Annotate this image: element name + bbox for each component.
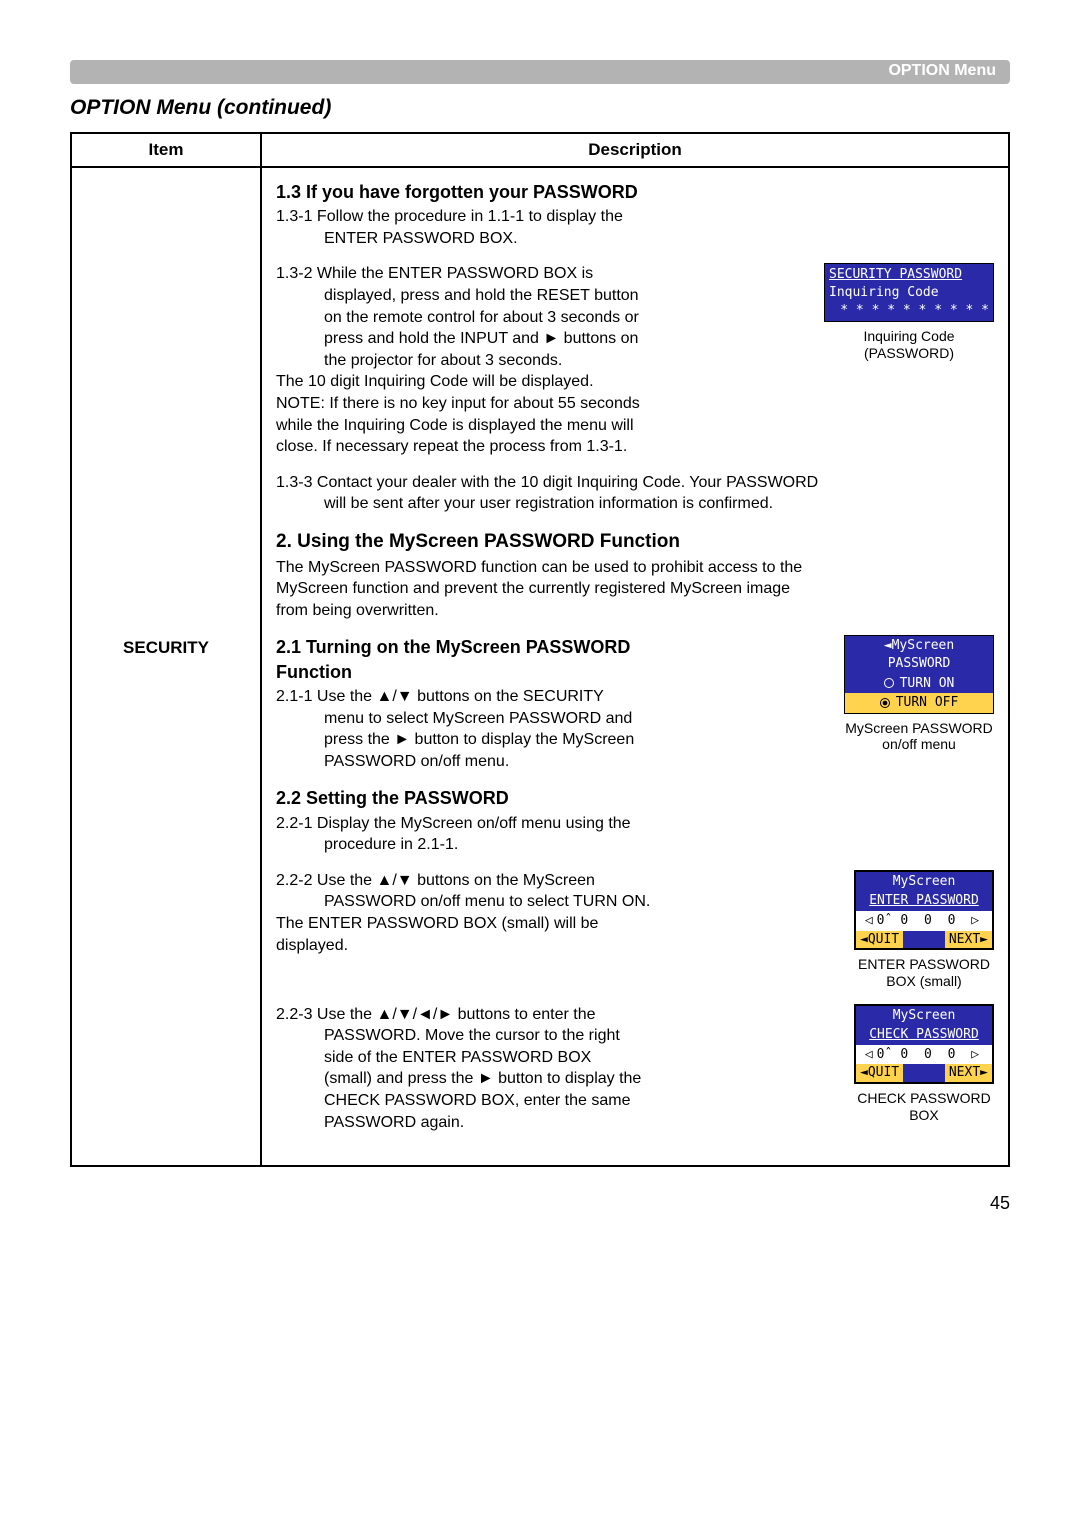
section-2-1-text: 2.1 Turning on the MyScreen PASSWORD Fun… <box>276 635 826 772</box>
para-1-3-1: 1.3-1 Follow the procedure in 1.1-1 to d… <box>276 206 994 249</box>
text: CHECK PASSWORD BOX, enter the same <box>276 1090 836 1112</box>
osd-title: SECURITY PASSWORD <box>829 266 989 284</box>
para-1-3-3: 1.3-3 Contact your dealer with the 10 di… <box>276 472 994 515</box>
text: on the remote control for about 3 second… <box>276 307 806 329</box>
text: displayed. <box>276 937 348 954</box>
osd-quit: ◄QUIT <box>856 1064 903 1082</box>
osd-enter-password: MyScreen ENTER PASSWORD ◁0̂ 0 0 0 ▷ ◄QUI… <box>854 870 994 950</box>
text: press and hold the INPUT and ► buttons o… <box>276 328 806 350</box>
heading-2-2: 2.2 Setting the PASSWORD <box>276 786 994 810</box>
osd-nav-bar: ◄QUIT NEXT► <box>856 1064 992 1082</box>
figure-enter-password-box: MyScreen ENTER PASSWORD ◁0̂ 0 0 0 ▷ ◄QUI… <box>854 870 994 990</box>
osd-quit: ◄QUIT <box>856 931 903 949</box>
osd-code: * * * * * * * * * * <box>829 302 989 320</box>
osd-check-password: MyScreen CHECK PASSWORD ◁0̂ 0 0 0 ▷ ◄QUI… <box>854 1004 994 1084</box>
row-description: 1.3 If you have forgotten your PASSWORD … <box>261 167 1009 1166</box>
text: PASSWORD on/off menu to select TURN ON. <box>276 891 836 913</box>
text: 1.3-3 Contact your dealer with the 10 di… <box>276 474 818 491</box>
osd-myscreen-menu: ◄MyScreen PASSWORD TURN ON TURN OFF <box>844 635 994 713</box>
text: 2.1-1 Use the ▲/▼ buttons on the SECURIT… <box>276 688 604 705</box>
osd-option-turn-on: TURN ON <box>845 674 993 694</box>
osd-nav-bar: ◄QUIT NEXT► <box>856 931 992 949</box>
text: (small) and press the ► button to displa… <box>276 1068 836 1090</box>
section-2-1-row: 2.1 Turning on the MyScreen PASSWORD Fun… <box>276 635 994 772</box>
text: 1.3-2 While the ENTER PASSWORD BOX is <box>276 265 593 282</box>
osd-sub: Inquiring Code <box>829 284 989 302</box>
text: side of the ENTER PASSWORD BOX <box>276 1047 836 1069</box>
para-2-2-3-row: 2.2-3 Use the ▲/▼/◄/► buttons to enter t… <box>276 1004 994 1134</box>
text: The MyScreen PASSWORD function can be us… <box>276 559 802 576</box>
figure-myscreen-onoff: ◄MyScreen PASSWORD TURN ON TURN OFF MySc… <box>844 635 994 753</box>
osd-option-turn-off: TURN OFF <box>845 693 993 713</box>
text: ENTER PASSWORD BOX. <box>276 228 994 250</box>
osd-next: NEXT► <box>945 1064 992 1082</box>
figure-check-password-box: MyScreen CHECK PASSWORD ◁0̂ 0 0 0 ▷ ◄QUI… <box>854 1004 994 1124</box>
text: PASSWORD. Move the cursor to the right <box>276 1025 836 1047</box>
text: press the ► button to display the MyScre… <box>276 729 826 751</box>
text: PASSWORD again. <box>276 1112 836 1134</box>
text: NOTE: If there is no key input for about… <box>276 395 640 412</box>
para-2-2-2: 2.2-2 Use the ▲/▼ buttons on the MyScree… <box>276 870 836 956</box>
para-2-2-1: 2.2-1 Display the MyScreen on/off menu u… <box>276 813 994 856</box>
text: procedure in 2.1-1. <box>276 834 994 856</box>
osd-line: ENTER PASSWORD <box>856 891 992 911</box>
text: menu to select MyScreen PASSWORD and <box>276 708 826 730</box>
figure-caption: ENTER PASSWORD BOX (small) <box>854 956 994 990</box>
text: the projector for about 3 seconds. <box>276 350 806 372</box>
osd-digits: ◁0̂ 0 0 0 ▷ <box>856 911 992 931</box>
text: displayed, press and hold the RESET butt… <box>276 285 806 307</box>
heading-2-1: 2.1 Turning on the MyScreen PASSWORD Fun… <box>276 635 826 684</box>
osd-line: MyScreen <box>856 1006 992 1026</box>
text: 2.2-2 Use the ▲/▼ buttons on the MyScree… <box>276 872 595 889</box>
para-2-intro: The MyScreen PASSWORD function can be us… <box>276 557 994 622</box>
text: close. If necessary repeat the process f… <box>276 438 627 455</box>
text: MyScreen function and prevent the curren… <box>276 580 790 597</box>
para-2-2-2-row: 2.2-2 Use the ▲/▼ buttons on the MyScree… <box>276 870 994 990</box>
document-page: OPTION Menu OPTION Menu (continued) Item… <box>0 0 1080 1254</box>
text: PASSWORD on/off menu. <box>276 751 826 773</box>
para-2-2-3: 2.2-3 Use the ▲/▼/◄/► buttons to enter t… <box>276 1004 836 1134</box>
header-band: OPTION Menu <box>70 60 1010 84</box>
figure-caption: Inquiring Code (PASSWORD) <box>824 328 994 362</box>
para-1-3-2-row: 1.3-2 While the ENTER PASSWORD BOX is di… <box>276 263 994 457</box>
text: 2.2-3 Use the ▲/▼/◄/► buttons to enter t… <box>276 1006 596 1023</box>
text: will be sent after your user registratio… <box>276 493 994 515</box>
osd-title: ◄MyScreen PASSWORD <box>845 636 993 673</box>
text: The ENTER PASSWORD BOX (small) will be <box>276 915 598 932</box>
text: 2.2-1 Display the MyScreen on/off menu u… <box>276 815 631 832</box>
page-number: 45 <box>70 1193 1010 1214</box>
osd-security-password: SECURITY PASSWORD Inquiring Code * * * *… <box>824 263 994 322</box>
text: while the Inquiring Code is displayed th… <box>276 417 634 434</box>
row-item-label: SECURITY <box>71 167 261 1166</box>
figure-caption: MyScreen PASSWORD on/off menu <box>844 720 994 754</box>
osd-next: NEXT► <box>945 931 992 949</box>
radio-icon <box>880 698 890 708</box>
figure-caption: CHECK PASSWORD BOX <box>854 1090 994 1124</box>
text: 1.3-1 Follow the procedure in 1.1-1 to d… <box>276 208 623 225</box>
heading-2: 2. Using the MyScreen PASSWORD Function <box>276 529 994 555</box>
text: from being overwritten. <box>276 602 439 619</box>
osd-digits: ◁0̂ 0 0 0 ▷ <box>856 1045 992 1065</box>
header-right-label: OPTION Menu <box>888 62 996 80</box>
para-1-3-2: 1.3-2 While the ENTER PASSWORD BOX is di… <box>276 263 806 457</box>
text: The 10 digit Inquiring Code will be disp… <box>276 373 594 390</box>
col-header-item: Item <box>71 133 261 167</box>
figure-inquiring-code: SECURITY PASSWORD Inquiring Code * * * *… <box>824 263 994 361</box>
osd-line: CHECK PASSWORD <box>856 1025 992 1045</box>
col-header-description: Description <box>261 133 1009 167</box>
heading-1-3: 1.3 If you have forgotten your PASSWORD <box>276 180 994 204</box>
radio-icon <box>884 678 894 688</box>
osd-line: MyScreen <box>856 872 992 892</box>
section-title: OPTION Menu (continued) <box>70 96 1010 120</box>
main-table: Item Description SECURITY 1.3 If you hav… <box>70 132 1010 1167</box>
